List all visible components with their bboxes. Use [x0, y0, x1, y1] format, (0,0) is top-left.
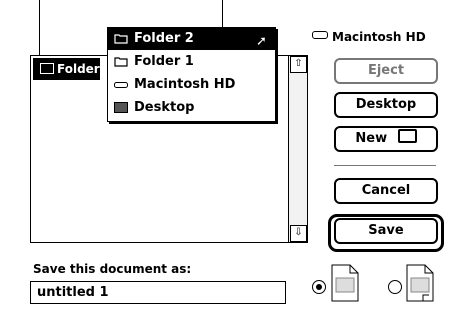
- cancel-label: Cancel: [361, 183, 411, 198]
- hard-disk-icon: [312, 31, 328, 39]
- format-radio-1[interactable]: [312, 280, 326, 294]
- stationery-icon: [406, 264, 434, 302]
- scroll-up-arrow[interactable]: ⇧: [290, 56, 307, 73]
- menu-item-macintosh-hd[interactable]: Macintosh HD: [108, 74, 275, 96]
- eject-label: Eject: [367, 63, 405, 78]
- menu-item-label: Desktop: [134, 100, 195, 115]
- menu-item-label: Macintosh HD: [134, 77, 236, 92]
- desktop-button[interactable]: Desktop: [334, 92, 438, 118]
- menu-item-desktop[interactable]: Desktop: [108, 97, 275, 119]
- file-list-scrollbar[interactable]: ⇧ ⇩: [288, 56, 307, 242]
- button-divider: [334, 165, 436, 166]
- folder-popup-button[interactable]: Folder: [33, 58, 100, 80]
- filename-field[interactable]: untitled 1: [30, 281, 286, 304]
- new-folder-label: New: [355, 131, 388, 146]
- format-radio-2[interactable]: [388, 280, 402, 294]
- folder-icon: [40, 63, 54, 74]
- current-folder-label: Folder: [57, 62, 100, 76]
- folder-popup-menu[interactable]: Folder 2 Folder 1 Macintosh HD Desktop ➚: [107, 27, 276, 122]
- menu-item-label: Folder 1: [134, 54, 194, 69]
- callout-line-left: [39, 0, 40, 58]
- hard-disk-icon: [114, 82, 128, 88]
- desktop-icon: [114, 102, 128, 113]
- scroll-down-arrow[interactable]: ⇩: [290, 225, 307, 242]
- menu-item-label: Folder 2: [134, 31, 194, 46]
- folder-icon: [114, 57, 128, 67]
- menu-item-folder-1[interactable]: Folder 1: [108, 51, 275, 73]
- document-icon: [331, 264, 359, 302]
- folder-icon: [114, 34, 128, 44]
- eject-button[interactable]: Eject: [334, 58, 438, 84]
- disk-label: Macintosh HD: [312, 30, 426, 44]
- folder-icon: [397, 129, 417, 143]
- desktop-label: Desktop: [355, 97, 417, 112]
- callout-line-right: [222, 0, 223, 27]
- disk-name: Macintosh HD: [332, 30, 426, 44]
- save-button[interactable]: Save: [334, 218, 438, 244]
- new-folder-button[interactable]: New: [334, 126, 438, 152]
- cancel-button[interactable]: Cancel: [334, 178, 438, 204]
- menu-item-folder-2[interactable]: Folder 2: [108, 28, 275, 50]
- cursor-arrow-icon: ➚: [256, 34, 267, 49]
- save-as-prompt: Save this document as:: [33, 262, 192, 276]
- save-label: Save: [368, 223, 404, 238]
